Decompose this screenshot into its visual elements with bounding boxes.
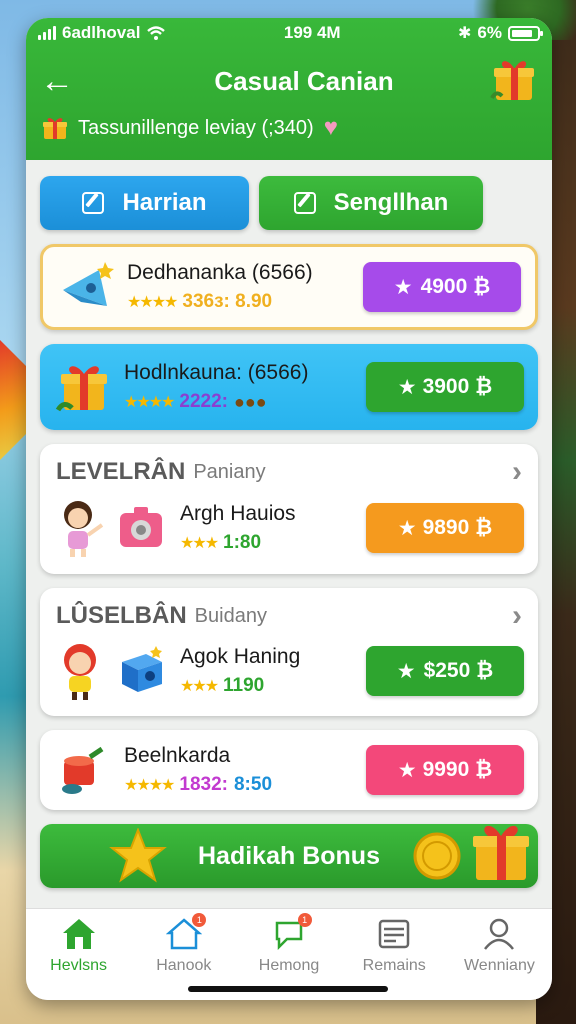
item-rating: 1190 bbox=[223, 675, 265, 696]
notification-badge: 1 bbox=[297, 913, 312, 927]
item-name: Hodlnkauna: (6566) bbox=[124, 361, 309, 384]
nav-label: Hemong bbox=[258, 957, 320, 974]
section-subtitle: Paniany bbox=[193, 460, 266, 483]
page-title: Casual Canian bbox=[214, 65, 394, 96]
stars-icon: ★★★★ bbox=[124, 394, 175, 411]
back-arrow-icon[interactable]: ← bbox=[40, 62, 80, 101]
list-item[interactable]: Hodlnkauna: (6566) ★★★★ 2222: ●●● ★ 3900… bbox=[40, 344, 538, 430]
box-icon bbox=[116, 640, 172, 702]
stars-icon: ★★★ bbox=[180, 678, 219, 695]
price-button[interactable]: ★ $250 ₿ bbox=[366, 646, 524, 696]
drum-icon bbox=[54, 739, 116, 801]
header: 6adlhoval 199 4M ✱ 6% ← Casual Canian Ta… bbox=[26, 18, 552, 160]
price-button[interactable]: ★ 9990 ₿ bbox=[366, 745, 524, 795]
list-item[interactable]: Argh Hauios ★★★ 1:80 ★ 9890 ₿ bbox=[40, 488, 538, 568]
carrier-label: 6adlhoval bbox=[62, 23, 141, 42]
coin-icon bbox=[413, 832, 461, 880]
app-screen: 6adlhoval 199 4M ✱ 6% ← Casual Canian Ta… bbox=[26, 18, 552, 1000]
star-icon: ★ bbox=[397, 516, 417, 540]
gift-icon bbox=[473, 825, 529, 880]
tab-harrian[interactable]: Harrian bbox=[40, 176, 249, 230]
item-rating: 336ɜ: 8.90 bbox=[182, 291, 273, 312]
item-name: Dedhananka (6566) bbox=[127, 261, 313, 284]
price-button[interactable]: ★ 4900 ₿ bbox=[363, 262, 521, 312]
chevron-right-icon[interactable]: › bbox=[512, 599, 522, 633]
coins-icon: ●●● bbox=[233, 391, 267, 412]
edit-icon bbox=[293, 192, 316, 214]
battery-percent: 6% bbox=[477, 23, 502, 42]
nav-label: Hevlsns bbox=[50, 957, 108, 974]
section-title: LÛSELBÂN bbox=[56, 602, 187, 629]
list-item[interactable]: Agok Haning ★★★ 1190 ★ $250 ₿ bbox=[40, 632, 538, 710]
home-icon bbox=[62, 919, 95, 949]
level-section: LEVELRÂN Paniany › Argh Hauios ★★★ 1:80 … bbox=[40, 444, 538, 574]
battery-icon bbox=[507, 25, 543, 41]
item-rating-value: 8:50 bbox=[233, 774, 273, 795]
edit-icon bbox=[82, 192, 105, 214]
item-rating: 2222: bbox=[179, 391, 228, 412]
clock: 199 4M bbox=[283, 23, 341, 42]
nav-label: Wenniany bbox=[463, 957, 535, 974]
price-button[interactable]: ★ 9890 ₿ bbox=[366, 503, 524, 553]
star-icon: ★ bbox=[393, 275, 413, 299]
bottom-nav: Hevlsns 1 Hanook 1 Hemong Remains Wennia… bbox=[26, 908, 552, 1000]
stars-icon: ★★★★ bbox=[127, 294, 178, 311]
nav-label: Hanook bbox=[156, 957, 212, 974]
star-icon bbox=[109, 828, 167, 883]
stars-icon: ★★★★ bbox=[124, 777, 175, 794]
gift-icon[interactable] bbox=[490, 54, 540, 104]
item-name: Argh Hauios bbox=[180, 502, 296, 525]
chevron-right-icon[interactable]: › bbox=[512, 455, 522, 489]
notification-badge: 1 bbox=[192, 913, 207, 927]
price-label: $250 ₿ bbox=[423, 659, 494, 682]
list-item[interactable]: Dedhananka (6566) ★★★★ 336ɜ: 8.90 ★ 4900… bbox=[40, 244, 538, 330]
tab-label: Harrian bbox=[122, 189, 207, 216]
star-icon: ★ bbox=[397, 758, 417, 782]
item-rating: 1832: bbox=[179, 774, 228, 795]
bonus-button[interactable]: Hadikah Bonus bbox=[40, 824, 538, 888]
gem-icon bbox=[57, 256, 119, 318]
nav-item-hevlsns[interactable]: Hevlsns bbox=[26, 909, 131, 1000]
price-label: 4900 ₿ bbox=[420, 275, 491, 298]
kid-avatar bbox=[54, 640, 110, 702]
stars-icon: ★★★ bbox=[180, 535, 219, 552]
item-rating: 1:80 bbox=[223, 532, 262, 553]
star-icon: ★ bbox=[396, 659, 416, 683]
price-label: 9890 ₿ bbox=[422, 516, 493, 539]
price-label: 9990 ₿ bbox=[422, 758, 493, 781]
price-label: 3900 ₿ bbox=[422, 375, 493, 398]
tab-sengllhan[interactable]: Sengllhan bbox=[259, 176, 483, 230]
camera-icon bbox=[116, 497, 172, 559]
wifi-icon bbox=[147, 26, 166, 40]
nav-label: Remains bbox=[362, 957, 426, 974]
star-icon: ★ bbox=[397, 375, 417, 399]
section-title: LEVELRÂN bbox=[56, 458, 186, 485]
list-icon bbox=[378, 919, 410, 949]
section-subtitle: Buidany bbox=[194, 604, 267, 627]
home-indicator[interactable] bbox=[188, 986, 388, 992]
list-item[interactable]: Beelnkarda ★★★★ 1832: 8:50 ★ 9990 ₿ bbox=[40, 730, 538, 810]
challenge-subtitle: Tassunillenge leviay (;340) bbox=[78, 116, 314, 139]
level-section: LÛSELBÂN Buidany › Agok Haning ★★★ 1190 … bbox=[40, 588, 538, 716]
gift-small-icon bbox=[43, 118, 67, 139]
tab-label: Sengllhan bbox=[333, 189, 449, 216]
item-name: Beelnkarda bbox=[124, 744, 231, 767]
gift-box-icon bbox=[54, 356, 116, 418]
status-bar: 6adlhoval 199 4M ✱ 6% bbox=[26, 18, 552, 48]
bonus-label: Hadikah Bonus bbox=[198, 841, 380, 870]
profile-icon bbox=[484, 918, 515, 950]
bluetooth-icon: ✱ bbox=[458, 25, 472, 42]
item-name: Agok Haning bbox=[180, 645, 301, 668]
heart-icon: ♥ bbox=[323, 114, 338, 141]
signal-icon bbox=[38, 26, 56, 40]
girl-avatar bbox=[54, 497, 110, 559]
price-button[interactable]: ★ 3900 ₿ bbox=[366, 362, 524, 412]
nav-item-wenniany[interactable]: Wenniany bbox=[447, 909, 552, 1000]
